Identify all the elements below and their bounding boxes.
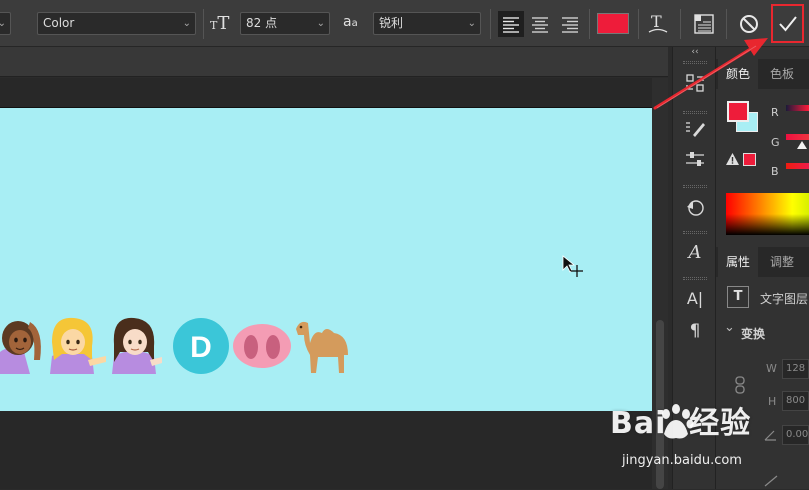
- paw-logo-icon: [662, 404, 694, 439]
- watermark-url: jingyan.baidu.com: [622, 453, 742, 468]
- baidu-watermark: Bai 经验 jingyan.baidu.com: [610, 398, 751, 468]
